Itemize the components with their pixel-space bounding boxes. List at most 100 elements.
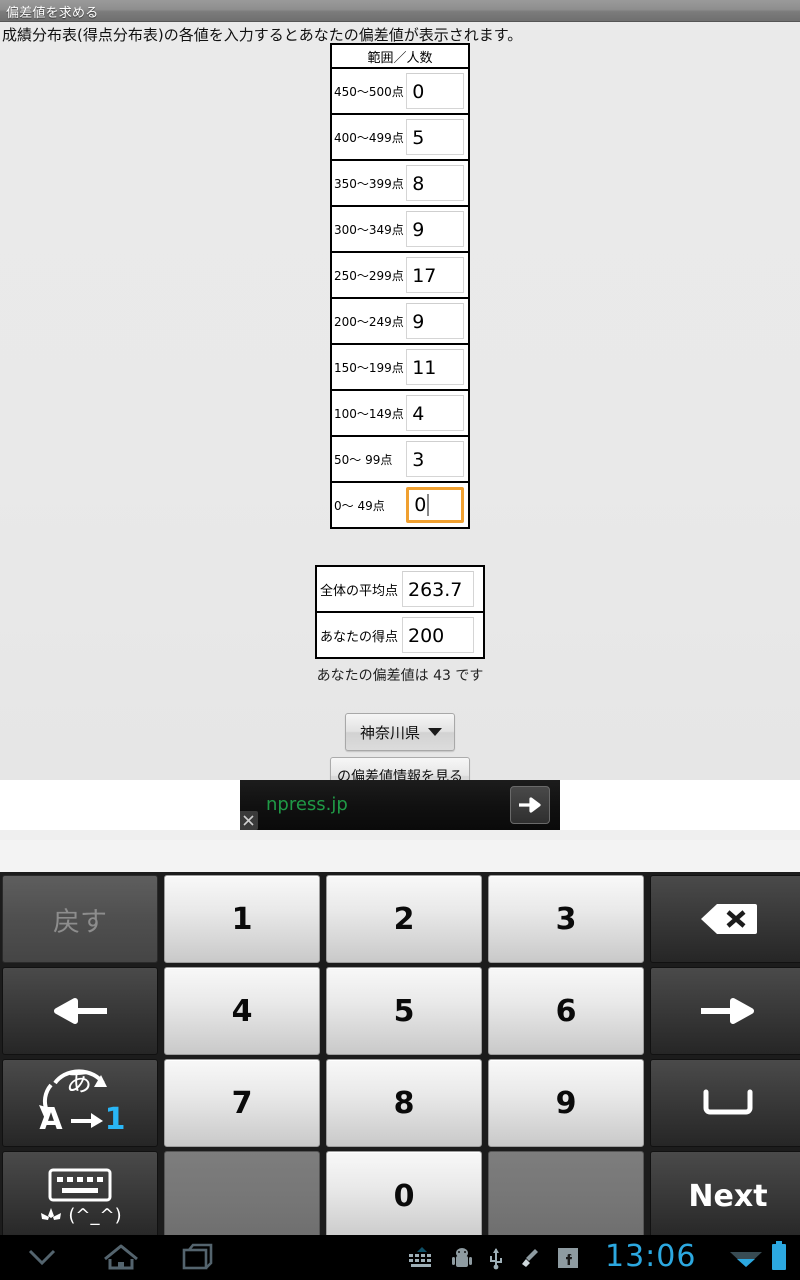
range-label: 450〜500点	[329, 67, 407, 115]
key-arrow-left[interactable]	[2, 967, 158, 1055]
count-input-5[interactable]: 9	[406, 303, 465, 339]
count-input-7[interactable]: 4	[406, 395, 465, 431]
key-6[interactable]: 6	[488, 967, 644, 1055]
key-2[interactable]: 2	[326, 875, 482, 963]
count-value: 3	[412, 449, 425, 471]
input-mode-glyph: あA 1	[39, 1068, 126, 1137]
count-cell: 5	[406, 113, 470, 161]
screen: 偏差値を求める 成績分布表(得点分布表)の各値を入力するとあなたの偏差値が表示さ…	[0, 0, 800, 1280]
count-input-3[interactable]: 9	[406, 211, 465, 247]
summary-value-cell: 263.7	[402, 565, 485, 613]
key-label: 2	[393, 901, 415, 937]
table-row: 350〜399点 8	[329, 159, 470, 207]
status-icons	[408, 1235, 578, 1280]
wifi-glyph	[730, 1252, 762, 1267]
key-4[interactable]: 4	[164, 967, 320, 1055]
flower-icon	[41, 1208, 62, 1220]
key-arrow-right[interactable]	[650, 967, 800, 1055]
recents-icon[interactable]	[180, 1242, 220, 1276]
count-cell: 0	[406, 67, 470, 115]
count-value: 9	[412, 311, 425, 333]
count-value: 11	[412, 357, 437, 379]
key-1[interactable]: 1	[164, 875, 320, 963]
table-row: 450〜500点 0	[329, 67, 470, 115]
wifi-icon	[728, 1247, 764, 1275]
count-input-1[interactable]: 5	[406, 119, 465, 155]
home-icon[interactable]	[100, 1242, 142, 1276]
count-value: 17	[412, 265, 437, 287]
prefecture-dropdown[interactable]: 神奈川県	[345, 713, 455, 751]
range-label: 200〜249点	[329, 297, 407, 345]
count-cell: 11	[406, 343, 470, 391]
key-space[interactable]	[650, 1059, 800, 1147]
key-0[interactable]: 0	[326, 1151, 482, 1242]
count-value: 0	[412, 81, 425, 103]
intro-text: 成績分布表(得点分布表)の各値を入力するとあなたの偏差値が表示されます。	[2, 26, 523, 44]
distribution-table: 範囲／人数 450〜500点 0 400〜499点 5 350〜399点 8 300〜349…	[329, 43, 470, 529]
range-label: 50〜 99点	[329, 435, 407, 483]
count-input-2[interactable]: 8	[406, 165, 465, 201]
ad-text: npress.jp	[266, 794, 348, 815]
count-input-0[interactable]: 0	[406, 73, 465, 109]
range-label: 0〜 49点	[329, 481, 407, 529]
emoji-face-row: (^_^)	[38, 1205, 122, 1226]
key-next[interactable]: Next	[650, 1151, 800, 1242]
key-label: 7	[231, 1085, 253, 1121]
count-value: 4	[412, 403, 425, 425]
ad-arrow-button[interactable]	[510, 786, 550, 824]
key-label: 3	[555, 901, 577, 937]
key-7[interactable]: 7	[164, 1059, 320, 1147]
svg-text:1: 1	[105, 1102, 126, 1137]
count-cell: 4	[406, 389, 470, 437]
count-input-8[interactable]: 3	[406, 441, 465, 477]
system-navigation-bar: 13:06	[0, 1235, 800, 1280]
range-label: 250〜299点	[329, 251, 407, 299]
key-label: 戻す	[53, 906, 107, 938]
count-cell: 3	[406, 435, 470, 483]
summary-row: あなたの得点 200	[315, 611, 485, 659]
summary-input-1[interactable]: 200	[402, 617, 474, 653]
ad-area: npress.jp	[0, 780, 800, 830]
key-backspace[interactable]	[650, 875, 800, 963]
count-input-9[interactable]: 0	[406, 487, 465, 523]
svg-text:あ: あ	[66, 1068, 92, 1098]
count-value: 9	[412, 219, 425, 241]
summary-label: あなたの得点	[315, 611, 402, 659]
key-emoji[interactable]: (^_^)	[2, 1151, 158, 1242]
key-label: 0	[393, 1179, 415, 1214]
count-value: 0	[414, 494, 427, 516]
count-input-6[interactable]: 11	[406, 349, 465, 385]
ad-banner[interactable]: npress.jp	[240, 780, 560, 830]
key-5[interactable]: 5	[326, 967, 482, 1055]
count-cell: 9	[406, 205, 470, 253]
summary-input-0[interactable]: 263.7	[402, 571, 474, 607]
page-title: 偏差値を求める	[6, 6, 99, 21]
keyboard-grid: 戻す 1 2 3 4 5 6 あ A 1 7 8 9 (^_^) 0 Next	[0, 872, 800, 1242]
table-header-cell: 範囲／人数	[330, 43, 470, 69]
table-row: 100〜149点 4	[329, 389, 470, 437]
facebook-icon	[558, 1247, 578, 1268]
count-cell: 8	[406, 159, 470, 207]
key-input-mode[interactable]: あA 1	[2, 1059, 158, 1147]
clock: 13:06	[605, 1239, 697, 1274]
prefecture-selected-label: 神奈川県	[359, 723, 420, 742]
key-blank-left	[164, 1151, 320, 1242]
deviation-result-text: あなたの偏差値は 43 です	[316, 668, 484, 684]
key-undo[interactable]: 戻す	[2, 875, 158, 963]
count-cell: 0	[406, 481, 470, 529]
keyboard-icon	[409, 1246, 431, 1267]
text-caret	[427, 494, 430, 516]
key-9[interactable]: 9	[488, 1059, 644, 1147]
back-hide-keyboard-icon	[28, 1249, 56, 1266]
count-value: 5	[412, 127, 425, 149]
key-3[interactable]: 3	[488, 875, 644, 963]
count-input-4[interactable]: 17	[406, 257, 465, 293]
chevron-down-icon[interactable]	[22, 1242, 62, 1276]
count-cell: 9	[406, 297, 470, 345]
key-8[interactable]: 8	[326, 1059, 482, 1147]
arrow-right-glyph	[701, 998, 754, 1024]
ad-close-icon[interactable]	[240, 811, 258, 830]
range-label: 400〜499点	[329, 113, 407, 161]
broom-icon	[522, 1248, 538, 1267]
range-label: 350〜399点	[329, 159, 407, 207]
